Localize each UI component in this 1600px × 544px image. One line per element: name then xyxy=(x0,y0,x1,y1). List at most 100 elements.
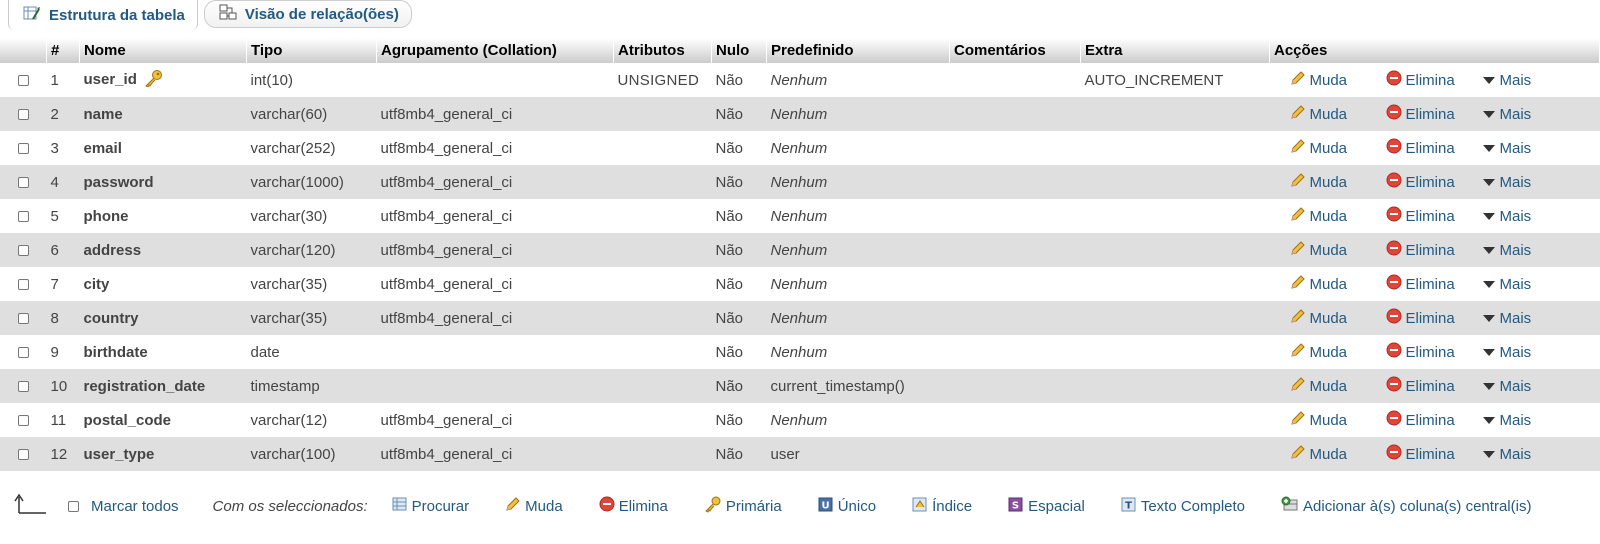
bulk-unique-button[interactable]: U Único xyxy=(818,496,876,516)
check-all-checkbox[interactable] xyxy=(68,500,79,512)
bulk-primary-button[interactable]: Primária xyxy=(704,495,782,517)
column-name-cell: city xyxy=(79,267,247,301)
column-name[interactable]: name xyxy=(84,106,123,123)
header-null[interactable]: Nulo xyxy=(711,38,767,63)
row-checkbox[interactable] xyxy=(18,143,29,155)
header-comments[interactable]: Comentários xyxy=(949,38,1081,63)
column-name[interactable]: city xyxy=(84,276,110,293)
change-button[interactable]: Muda xyxy=(1290,70,1386,90)
column-extra xyxy=(1080,335,1270,369)
bulk-change-button[interactable]: Muda xyxy=(505,496,563,516)
column-name[interactable]: email xyxy=(84,140,122,157)
change-button[interactable]: Muda xyxy=(1290,274,1386,294)
drop-button[interactable]: Elimina xyxy=(1386,308,1482,328)
column-name[interactable]: password xyxy=(84,174,154,191)
column-comments xyxy=(949,199,1081,233)
column-name[interactable]: address xyxy=(84,242,142,259)
more-label: Mais xyxy=(1499,139,1532,157)
tab-relation-view[interactable]: Visão de relação(ões) xyxy=(203,0,412,28)
row-checkbox[interactable] xyxy=(18,109,29,121)
row-checkbox[interactable] xyxy=(18,449,29,461)
change-button[interactable]: Muda xyxy=(1290,172,1386,192)
more-button[interactable]: Mais xyxy=(1482,208,1531,225)
tab-label: Visão de relação(ões) xyxy=(244,5,399,23)
row-checkbox[interactable] xyxy=(18,245,29,257)
column-name[interactable]: registration_date xyxy=(84,378,206,395)
change-button[interactable]: Muda xyxy=(1290,376,1386,396)
table-structure-icon xyxy=(23,5,41,25)
bulk-index-button[interactable]: Índice xyxy=(912,496,972,516)
bulk-browse-button[interactable]: Procurar xyxy=(392,496,469,516)
row-checkbox[interactable] xyxy=(18,211,29,223)
bulk-fulltext-button[interactable]: T Texto Completo xyxy=(1121,496,1245,516)
header-extra[interactable]: Extra xyxy=(1080,38,1270,63)
more-button[interactable]: Mais xyxy=(1482,72,1531,89)
row-checkbox[interactable] xyxy=(18,75,29,87)
change-label: Muda xyxy=(1309,241,1348,259)
column-null: Não xyxy=(711,97,767,131)
change-button[interactable]: Muda xyxy=(1290,342,1386,362)
actions-cell: Muda Elimina Mais xyxy=(1269,301,1600,335)
header-collation[interactable]: Agrupamento (Collation) xyxy=(376,38,614,63)
drop-button[interactable]: Elimina xyxy=(1386,274,1482,294)
more-button[interactable]: Mais xyxy=(1482,242,1531,259)
change-button[interactable]: Muda xyxy=(1290,138,1386,158)
more-button[interactable]: Mais xyxy=(1482,378,1531,395)
row-checkbox[interactable] xyxy=(18,313,29,325)
drop-button[interactable]: Elimina xyxy=(1386,104,1482,124)
column-name[interactable]: country xyxy=(84,310,139,327)
row-checkbox[interactable] xyxy=(18,381,29,393)
chevron-down-icon xyxy=(1482,276,1496,293)
more-button[interactable]: Mais xyxy=(1482,412,1531,429)
drop-button[interactable]: Elimina xyxy=(1386,172,1482,192)
column-default: Nenhum xyxy=(770,71,828,89)
row-checkbox[interactable] xyxy=(18,279,29,291)
header-type[interactable]: Tipo xyxy=(246,38,377,63)
column-name[interactable]: user_type xyxy=(84,446,155,463)
bulk-drop-button[interactable]: Elimina xyxy=(599,496,668,516)
drop-button[interactable]: Elimina xyxy=(1386,70,1482,90)
drop-button[interactable]: Elimina xyxy=(1386,240,1482,260)
column-name[interactable]: birthdate xyxy=(84,344,148,361)
more-button[interactable]: Mais xyxy=(1482,344,1531,361)
change-button[interactable]: Muda xyxy=(1290,206,1386,226)
drop-button[interactable]: Elimina xyxy=(1386,138,1482,158)
header-attributes[interactable]: Atributos xyxy=(613,38,712,63)
column-attributes xyxy=(613,267,712,301)
drop-button[interactable]: Elimina xyxy=(1386,444,1482,464)
change-button[interactable]: Muda xyxy=(1290,308,1386,328)
row-checkbox[interactable] xyxy=(18,347,29,359)
check-all-link[interactable]: Marcar todos xyxy=(91,498,179,515)
drop-button[interactable]: Elimina xyxy=(1386,410,1482,430)
header-default[interactable]: Predefinido xyxy=(766,38,950,63)
change-button[interactable]: Muda xyxy=(1290,104,1386,124)
change-button[interactable]: Muda xyxy=(1290,410,1386,430)
row-checkbox[interactable] xyxy=(18,415,29,427)
change-button[interactable]: Muda xyxy=(1290,240,1386,260)
drop-button[interactable]: Elimina xyxy=(1386,342,1482,362)
column-default: Nenhum xyxy=(770,139,828,157)
column-name[interactable]: user_id xyxy=(84,71,137,88)
bulk-add-central-button[interactable]: Adicionar à(s) coluna(s) central(is) xyxy=(1281,496,1531,516)
more-button[interactable]: Mais xyxy=(1482,174,1531,191)
drop-button[interactable]: Elimina xyxy=(1386,206,1482,226)
header-number[interactable]: # xyxy=(46,38,80,63)
more-button[interactable]: Mais xyxy=(1482,310,1531,327)
more-button[interactable]: Mais xyxy=(1482,106,1531,123)
more-button[interactable]: Mais xyxy=(1482,446,1531,463)
row-checkbox[interactable] xyxy=(18,177,29,189)
pencil-icon xyxy=(1290,410,1306,430)
change-button[interactable]: Muda xyxy=(1290,444,1386,464)
header-name[interactable]: Nome xyxy=(79,38,247,63)
more-button[interactable]: Mais xyxy=(1482,276,1531,293)
column-name[interactable]: phone xyxy=(84,208,129,225)
header-checkbox xyxy=(0,38,47,63)
more-button[interactable]: Mais xyxy=(1482,139,1532,157)
column-comments xyxy=(949,403,1081,437)
column-name[interactable]: postal_code xyxy=(84,412,172,429)
tab-table-structure[interactable]: Estrutura da tabela xyxy=(8,0,198,30)
bulk-spatial-button[interactable]: S Espacial xyxy=(1008,496,1085,516)
bulk-drop-label: Elimina xyxy=(618,497,668,515)
add-central-columns-icon xyxy=(1281,496,1299,516)
drop-button[interactable]: Elimina xyxy=(1386,376,1482,396)
